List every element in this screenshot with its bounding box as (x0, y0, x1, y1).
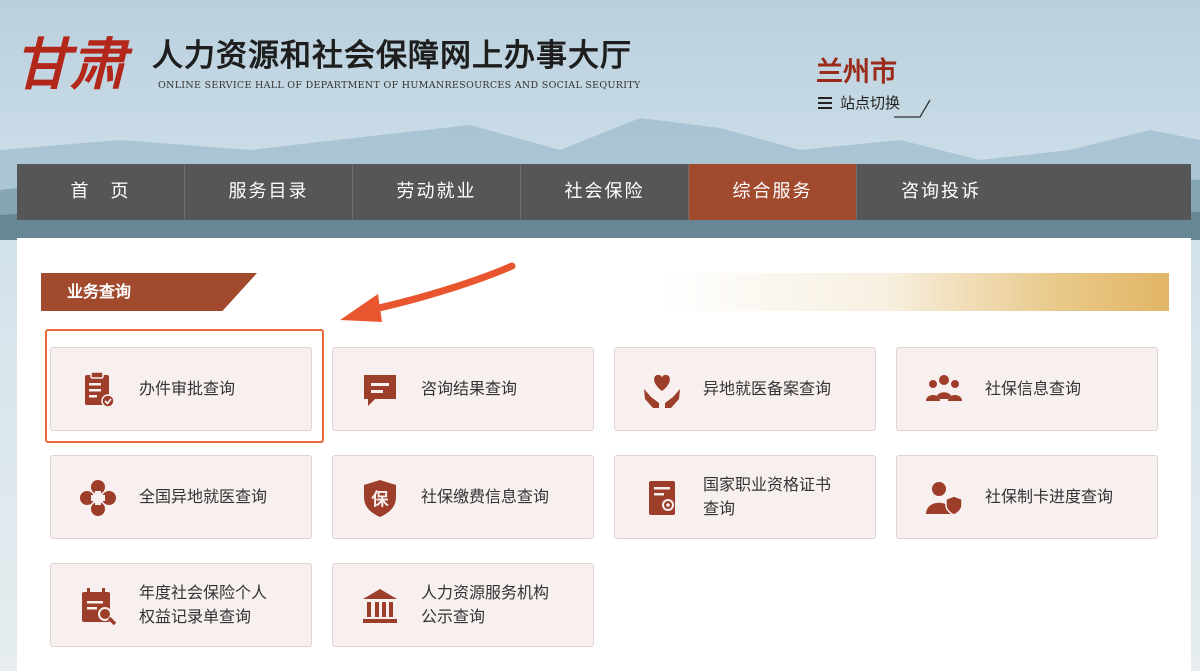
nav-employment[interactable]: 劳动就业 (353, 164, 521, 220)
svg-text:甘肃: 甘肃 (14, 32, 133, 98)
pointer-arrow-icon (340, 262, 516, 322)
site-subtitle: ONLINE SERVICE HALL OF DEPARTMENT OF HUM… (158, 80, 641, 91)
nav-home[interactable]: 首 页 (17, 164, 185, 220)
card-label: 社保缴费信息查询 (421, 487, 550, 506)
menu-icon (818, 96, 832, 109)
calendar-search-icon (82, 588, 117, 626)
main-nav: 首 页 服务目录 劳动就业 社会保险 综合服务 咨询投诉 (17, 164, 1191, 220)
people-group-icon (926, 375, 962, 401)
medical-cross-icon (80, 480, 116, 516)
gansu-logo: 甘肃 (14, 32, 133, 98)
nav-service-catalog[interactable]: 服务目录 (185, 164, 353, 220)
card-remote-medical-filing-query[interactable]: 异地就医备案查询 (614, 347, 876, 431)
site-title: 人力资源和社会保障网上办事大厅 (152, 38, 632, 74)
card-hr-institution-publicity-query[interactable]: 人力资源服务机构 公示查询 (332, 563, 594, 647)
nav-social-insurance[interactable]: 社会保险 (521, 164, 689, 220)
card-label: 年度社会保险个人 权益记录单查询 (139, 583, 268, 626)
section-title: 业务查询 (41, 273, 257, 311)
card-label: 社保制卡进度查询 (985, 487, 1114, 506)
card-label: 全国异地就医查询 (139, 487, 268, 506)
current-city: 兰州市 (816, 57, 897, 88)
card-consult-result-query[interactable]: 咨询结果查询 (332, 347, 594, 431)
card-social-security-info-query[interactable]: 社保信息查询 (896, 347, 1158, 431)
clipboard-check-icon (85, 371, 115, 408)
user-shield-icon (926, 482, 963, 516)
card-label: 社保信息查询 (985, 379, 1082, 398)
nav-integrated-services[interactable]: 综合服务 (689, 164, 857, 220)
institution-building-icon (363, 589, 397, 623)
site-switch-link[interactable]: 站点切换 (818, 92, 900, 113)
card-label: 人力资源服务机构 公示查询 (421, 583, 550, 626)
card-label: 咨询结果查询 (421, 379, 518, 398)
card-vocational-certificate-query[interactable]: 国家职业资格证书 查询 (614, 455, 876, 539)
card-annual-rights-record-query[interactable]: 年度社会保险个人 权益记录单查询 (50, 563, 312, 647)
chat-bubble-icon (364, 375, 396, 406)
card-card-progress-query[interactable]: 社保制卡进度查询 (896, 455, 1158, 539)
card-national-remote-medical-query[interactable]: 全国异地就医查询 (50, 455, 312, 539)
card-approval-query[interactable]: 办件审批查询 (50, 347, 312, 431)
card-payment-info-query[interactable]: 保 社保缴费信息查询 (332, 455, 594, 539)
switch-underline-icon (894, 99, 931, 118)
svg-text:保: 保 (371, 489, 390, 510)
card-label: 异地就医备案查询 (703, 379, 832, 398)
card-label: 国家职业资格证书 查询 (703, 475, 832, 518)
nav-consult-complaint[interactable]: 咨询投诉 (857, 164, 1025, 220)
certificate-icon (649, 481, 675, 515)
heart-hands-icon (644, 374, 680, 408)
site-switch-label: 站点切换 (840, 94, 901, 112)
shield-bao-icon: 保 (364, 480, 396, 517)
card-label: 办件审批查询 (139, 379, 236, 398)
